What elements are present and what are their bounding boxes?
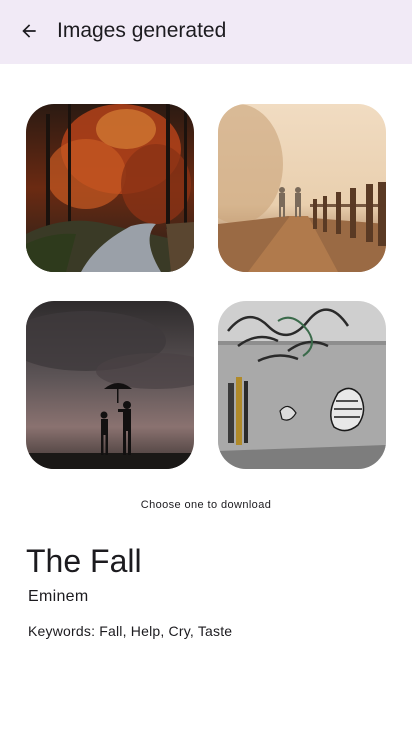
keywords-text: Keywords: Fall, Help, Cry, Taste: [28, 623, 233, 639]
image-grid: [0, 0, 412, 480]
download-hint: Choose one to download: [140, 499, 272, 511]
song-title: The Fall: [26, 543, 142, 579]
silhouette-umbrella-children-image: [26, 301, 194, 469]
artist-name: Eminem: [28, 588, 89, 605]
image-option-graffiti-wall[interactable]: [218, 301, 386, 469]
image-option-foggy-path[interactable]: [218, 104, 386, 272]
foggy-path-runners-image: [218, 104, 386, 272]
autumn-forest-road-image: [26, 104, 194, 272]
image-option-umbrella-silhouette[interactable]: [26, 301, 194, 469]
graffiti-wall-image: [218, 301, 386, 469]
image-option-autumn-road[interactable]: [26, 104, 194, 272]
